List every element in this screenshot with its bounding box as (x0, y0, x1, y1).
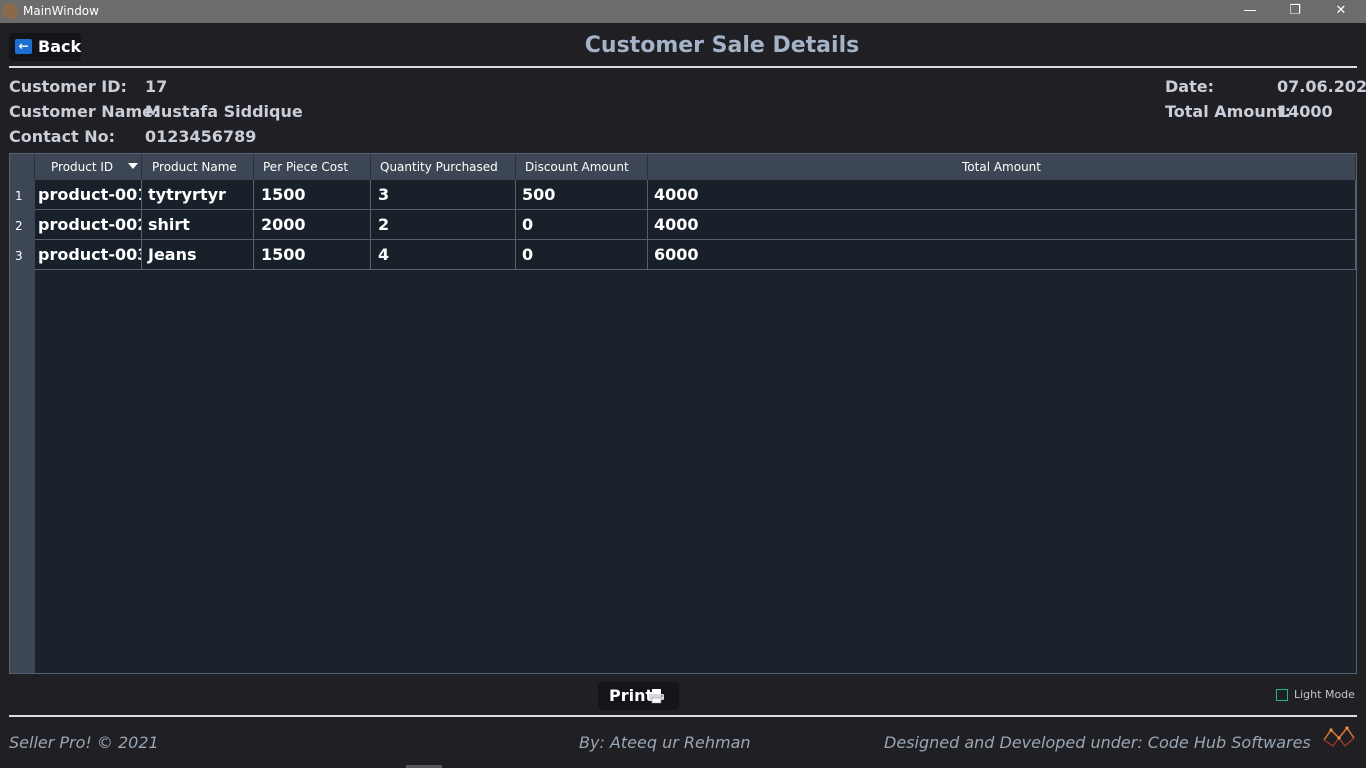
maximize-button[interactable]: ❐ (1272, 0, 1318, 23)
table-cell[interactable]: product-003 (35, 240, 142, 270)
back-button[interactable]: ← Back (9, 33, 81, 61)
app-icon (3, 4, 17, 18)
table-cell[interactable]: 4 (371, 240, 516, 270)
column-header-product-id[interactable]: Product ID (35, 154, 142, 180)
table-cell[interactable]: 1500 (254, 240, 371, 270)
printer-icon (649, 689, 664, 704)
table-cell[interactable]: product-002 (35, 210, 142, 240)
contact-value: 0123456789 (145, 127, 257, 146)
column-header-total-amount[interactable]: Total Amount (648, 154, 1356, 180)
code-hub-logo (1323, 726, 1355, 747)
print-label: Print (609, 686, 654, 705)
checkbox-box[interactable] (1276, 689, 1288, 701)
table-cell[interactable]: 2 (371, 210, 516, 240)
table-cell[interactable]: shirt (142, 210, 254, 240)
header-divider (9, 66, 1357, 68)
column-header-product-name[interactable]: Product Name (142, 154, 254, 180)
customer-name-value: Mustafa Siddique (145, 102, 303, 121)
table-cell[interactable]: 4000 (648, 180, 1356, 210)
customer-id-value: 17 (145, 77, 168, 96)
table-cell[interactable]: tytryrtyr (142, 180, 254, 210)
window-title: MainWindow (23, 4, 99, 18)
arrow-left-icon: ← (15, 39, 32, 54)
row-number[interactable]: 3 (10, 240, 35, 270)
column-header-discount-amount[interactable]: Discount Amount (516, 154, 648, 180)
customer-name-label: Customer Name: (9, 102, 160, 121)
table-cell[interactable]: 2000 (254, 210, 371, 240)
sort-descending-icon (128, 163, 138, 169)
contact-label: Contact No: (9, 127, 116, 146)
row-number[interactable]: 2 (10, 210, 35, 240)
table-cell[interactable]: 3 (371, 180, 516, 210)
column-header-quantity-purchased[interactable]: Quantity Purchased (371, 154, 516, 180)
print-button[interactable]: Print (598, 682, 679, 710)
table-cell[interactable]: product-001 (35, 180, 142, 210)
light-mode-label: Light Mode (1294, 688, 1355, 701)
minimize-button[interactable]: — (1227, 0, 1273, 23)
credit-text: Designed and Developed under: Code Hub S… (884, 733, 1311, 752)
table-cell[interactable]: 500 (516, 180, 648, 210)
row-number[interactable]: 1 (10, 180, 35, 210)
column-header-per-piece-cost[interactable]: Per Piece Cost (254, 154, 371, 180)
table-corner[interactable] (10, 154, 35, 180)
customer-id-label: Customer ID: (9, 77, 127, 96)
table-cell[interactable]: 4000 (648, 210, 1356, 240)
column-header-label: Product ID (51, 160, 114, 174)
table-cell[interactable]: 0 (516, 240, 648, 270)
footer-divider (9, 715, 1357, 717)
back-label: Back (38, 37, 82, 56)
window-titlebar: MainWindow — ❐ ✕ (0, 0, 1366, 23)
close-button[interactable]: ✕ (1318, 0, 1364, 23)
table-cell[interactable]: 1500 (254, 180, 371, 210)
table-cell[interactable]: 0 (516, 210, 648, 240)
table-cell[interactable]: Jeans (142, 240, 254, 270)
sale-details-table[interactable]: Product ID Product Name Per Piece Cost Q… (9, 153, 1357, 674)
author-text: By: Ateeq ur Rehman (579, 733, 751, 752)
page-title: Customer Sale Details (584, 33, 860, 58)
table-cell[interactable]: 6000 (648, 240, 1356, 270)
total-amount-value: 14000 (1277, 102, 1333, 121)
copyright-text: Seller Pro! © 2021 (9, 733, 159, 752)
date-label: Date: (1165, 77, 1214, 96)
total-amount-label: Total Amount: (1165, 102, 1292, 121)
date-value: 07.06.2021 (1277, 77, 1366, 96)
